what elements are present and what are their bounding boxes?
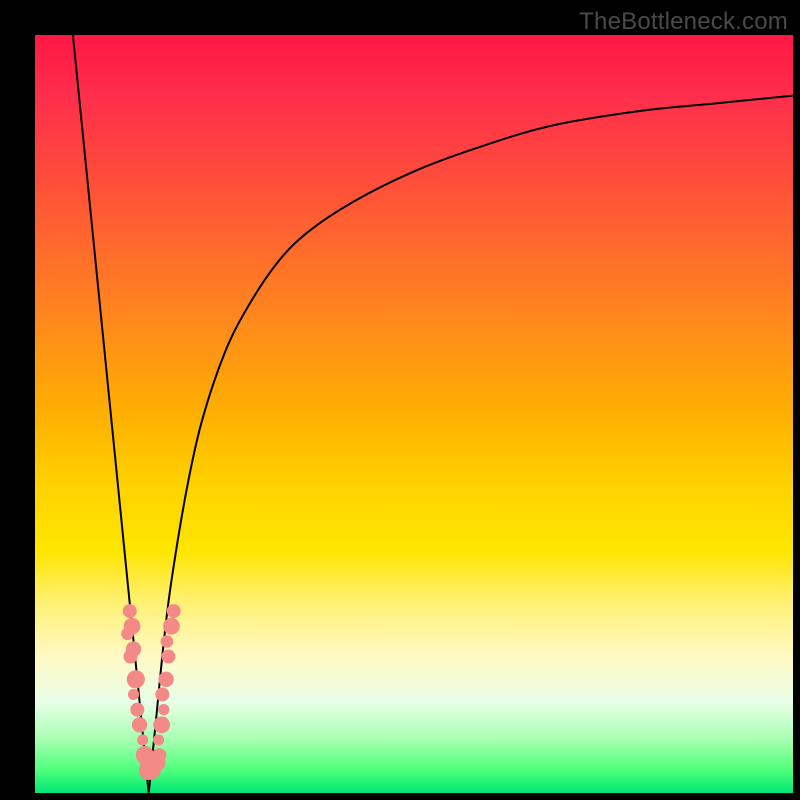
cluster-point <box>128 689 139 700</box>
cluster-point <box>155 687 169 701</box>
right-branch-line <box>149 96 793 793</box>
cluster-point <box>161 650 175 664</box>
cluster-point <box>167 604 181 618</box>
cluster-point <box>124 650 138 664</box>
cluster-point <box>153 734 164 745</box>
plot-area <box>35 35 793 793</box>
cluster-point <box>123 604 137 618</box>
chart-svg <box>35 35 793 793</box>
chart-frame: TheBottleneck.com <box>0 0 800 800</box>
cluster-point <box>121 628 134 641</box>
cluster-point <box>158 672 173 687</box>
cluster-point <box>158 704 169 715</box>
series-right-branch <box>149 96 793 793</box>
cluster-point <box>137 734 148 745</box>
watermark-text: TheBottleneck.com <box>579 8 788 36</box>
cluster-point <box>132 717 147 732</box>
cluster-point <box>130 703 144 717</box>
cluster-point <box>127 670 145 688</box>
marker-cluster <box>121 604 181 780</box>
cluster-point <box>153 716 170 733</box>
cluster-point <box>152 748 166 762</box>
cluster-point <box>163 618 180 635</box>
cluster-point <box>161 635 174 648</box>
